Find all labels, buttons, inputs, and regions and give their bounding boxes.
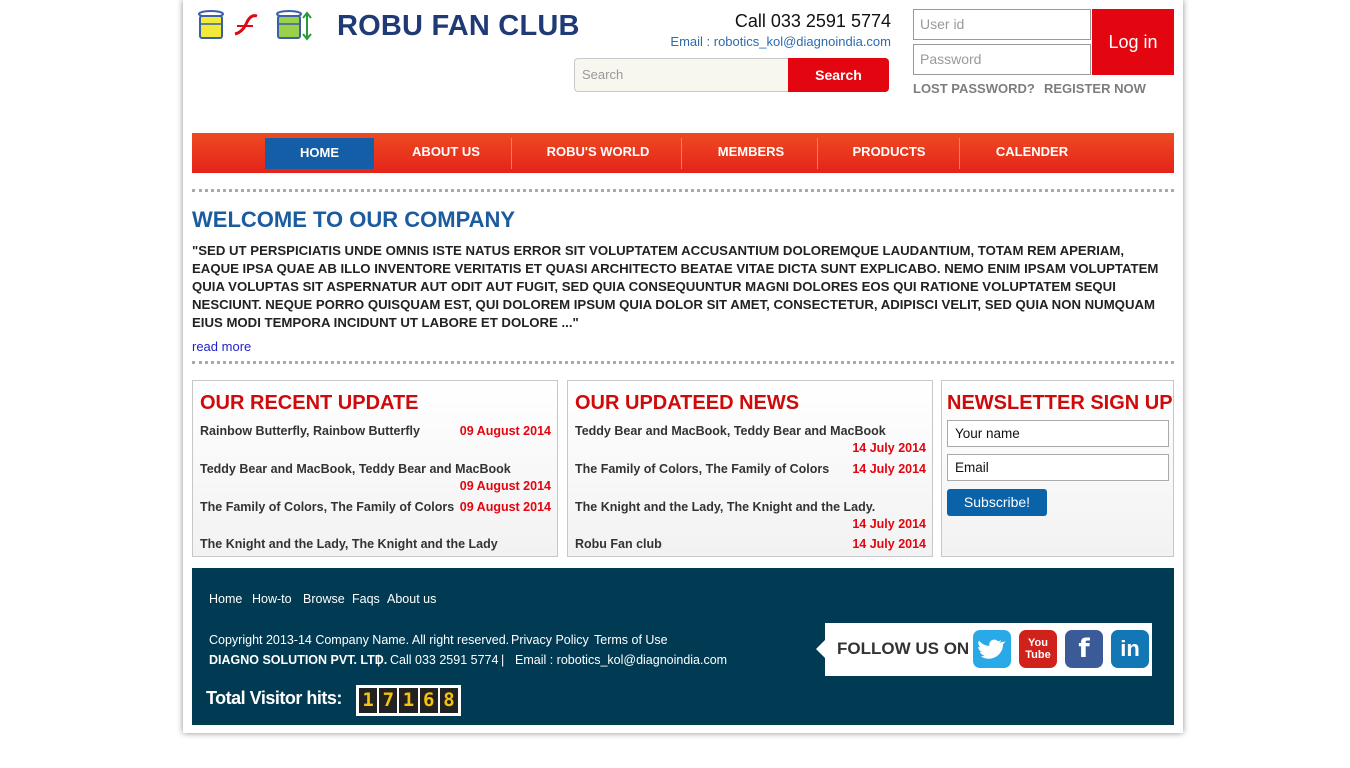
newsletter-title: NEWSLETTER SIGN UP xyxy=(947,392,1173,414)
footer-link-browse[interactable]: Browse xyxy=(303,592,345,606)
follow-us-panel: FOLLOW US ON You Tube f in xyxy=(816,623,1152,676)
linkedin-icon[interactable]: in xyxy=(1111,630,1149,668)
counter-digit: 7 xyxy=(379,688,398,713)
counter-digit: 1 xyxy=(399,688,418,713)
logo-icon xyxy=(198,10,312,41)
list-item-date: 09 August 2014 xyxy=(459,424,551,438)
list-item-date: 14 July 2014 xyxy=(852,462,926,476)
userid-field[interactable]: User id xyxy=(913,9,1091,40)
nav-divider xyxy=(681,138,682,169)
list-item[interactable]: Robu Fan club xyxy=(575,537,662,551)
list-item[interactable]: The Family of Colors, The Family of Colo… xyxy=(200,500,454,514)
footer-link-home[interactable]: Home xyxy=(209,592,242,606)
visitor-counter: 1 7 1 6 8 xyxy=(356,685,461,716)
list-item[interactable]: The Family of Colors, The Family of Colo… xyxy=(575,462,829,476)
follow-us-label: FOLLOW US ON xyxy=(837,639,970,658)
list-item[interactable]: The Knight and the Lady, The Knight and … xyxy=(575,500,875,514)
site-title: ROBU FAN CLUB xyxy=(337,10,580,42)
counter-digit: 1 xyxy=(359,688,378,713)
divider xyxy=(192,361,1174,364)
copyright-text: Copyright 2013-14 Company Name. All righ… xyxy=(209,633,510,647)
list-item[interactable]: Teddy Bear and MacBook, Teddy Bear and M… xyxy=(200,462,511,476)
updated-news-box: OUR UPDATEED NEWS Teddy Bear and MacBook… xyxy=(567,380,933,557)
logo[interactable] xyxy=(195,8,313,42)
lost-password-link[interactable]: LOST PASSWORD? xyxy=(913,81,1035,96)
visitor-hits-label: Total Visitor hits: xyxy=(206,688,342,708)
list-item[interactable]: Teddy Bear and MacBook, Teddy Bear and M… xyxy=(575,424,886,438)
terms-of-use-link[interactable]: Terms of Use xyxy=(594,633,668,647)
facebook-icon[interactable]: f xyxy=(1065,630,1103,668)
footer-phone: Call 033 2591 5774 xyxy=(390,653,499,667)
footer-separator: | xyxy=(501,653,505,667)
recent-update-box: OUR RECENT UPDATE Rainbow Butterfly, Rai… xyxy=(192,380,558,557)
password-field[interactable]: Password xyxy=(913,44,1091,75)
login-button[interactable]: Log in xyxy=(1092,9,1174,75)
subscribe-button[interactable]: Subscribe! xyxy=(947,489,1047,516)
list-item[interactable]: Rainbow Butterfly, Rainbow Butterfly xyxy=(200,424,420,438)
twitter-icon[interactable] xyxy=(973,630,1011,668)
privacy-policy-link[interactable]: Privacy Policy xyxy=(511,633,589,647)
counter-digit: 6 xyxy=(419,688,438,713)
nav-members[interactable]: MEMBERS xyxy=(684,133,818,173)
header-email-link[interactable]: Email : robotics_kol@diagnoindia.com xyxy=(613,34,891,49)
newsletter-email-field[interactable]: Email xyxy=(947,454,1169,481)
list-item-date: 14 July 2014 xyxy=(852,517,926,531)
footer-link-about-us[interactable]: About us xyxy=(387,592,436,606)
page-container: ROBU FAN CLUB Call 033 2591 5774 Email :… xyxy=(183,0,1183,733)
main-nav: HOME ABOUT US ROBU'S WORLD MEMBERS PRODU… xyxy=(192,133,1174,173)
nav-divider xyxy=(817,138,818,169)
list-item-date: 14 July 2014 xyxy=(852,537,926,551)
youtube-icon[interactable]: You Tube xyxy=(1019,630,1057,668)
footer-email-link[interactable]: Email : robotics_kol@diagnoindia.com xyxy=(515,653,727,667)
footer: Home How-to Browse Faqs About us Copyrig… xyxy=(192,568,1174,725)
welcome-text: "SED UT PERSPICIATIS UNDE OMNIS ISTE NAT… xyxy=(192,243,1159,330)
nav-divider xyxy=(511,138,512,169)
register-now-link[interactable]: REGISTER NOW xyxy=(1044,81,1146,96)
nav-robus-world[interactable]: ROBU'S WORLD xyxy=(514,133,682,173)
search-button[interactable]: Search xyxy=(788,58,889,92)
footer-link-faqs[interactable]: Faqs xyxy=(352,592,380,606)
footer-link-how-to[interactable]: How-to xyxy=(252,592,292,606)
recent-update-title: OUR RECENT UPDATE xyxy=(200,392,419,414)
nav-home[interactable]: HOME xyxy=(265,138,374,169)
nav-about-us[interactable]: ABOUT US xyxy=(382,133,510,173)
newsletter-box: NEWSLETTER SIGN UP Your name Email Subsc… xyxy=(941,380,1174,557)
divider xyxy=(192,189,1174,192)
counter-digit: 8 xyxy=(439,688,459,713)
list-item-date: 09 August 2014 xyxy=(459,500,551,514)
list-item-date: 14 July 2014 xyxy=(852,441,926,455)
company-name: DIAGNO SOLUTION PVT. LTD. xyxy=(209,653,388,667)
list-item-date: 09 August 2014 xyxy=(459,479,551,493)
newsletter-name-field[interactable]: Your name xyxy=(947,420,1169,447)
welcome-title: WELCOME TO OUR COMPANY xyxy=(192,207,516,232)
nav-products[interactable]: PRODUCTS xyxy=(820,133,958,173)
nav-divider xyxy=(959,138,960,169)
search-input[interactable]: Search xyxy=(574,58,789,92)
read-more-link[interactable]: read more xyxy=(192,339,251,354)
header-phone: Call 033 2591 5774 xyxy=(734,11,891,31)
updated-news-title: OUR UPDATEED NEWS xyxy=(575,392,800,414)
list-item[interactable]: The Knight and the Lady, The Knight and … xyxy=(200,537,498,551)
footer-separator: | xyxy=(377,653,381,667)
nav-calender[interactable]: CALENDER xyxy=(962,133,1102,173)
